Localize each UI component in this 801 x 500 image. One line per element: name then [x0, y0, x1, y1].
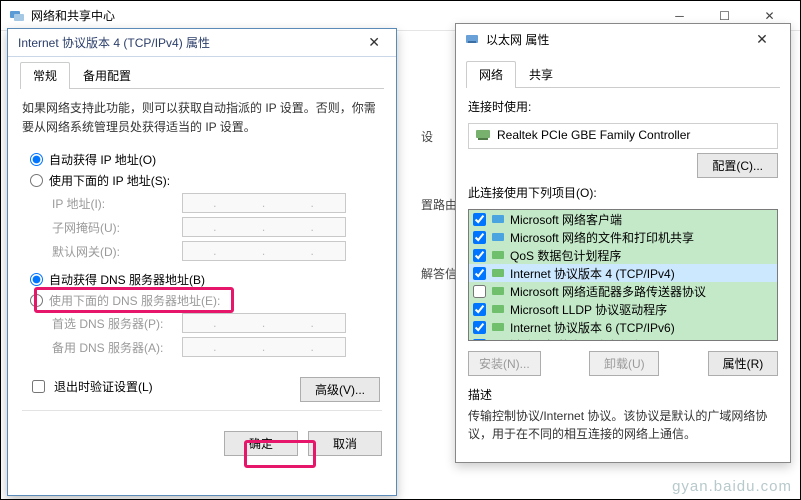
component-item[interactable]: Internet 协议版本 6 (TCP/IPv6)	[469, 318, 778, 336]
protocol-icon	[491, 320, 505, 334]
manual-dns-label: 使用下面的 DNS 服务器地址(E):	[49, 292, 220, 309]
component-label: 链路层拓扑发现响应程序	[510, 337, 642, 342]
auto-dns-radio-input[interactable]	[30, 273, 43, 286]
adapter-icon	[475, 128, 491, 142]
component-label: Microsoft 网络的文件和打印机共享	[510, 229, 694, 246]
install-button[interactable]: 安装(N)...	[468, 351, 541, 376]
connect-using-label: 连接时使用:	[468, 98, 778, 115]
ethernet-close-button[interactable]: ✕	[742, 31, 782, 48]
protocol-icon	[491, 230, 505, 244]
pref-dns-input: ...	[182, 313, 346, 333]
component-checkbox[interactable]	[473, 213, 486, 226]
configure-button[interactable]: 配置(C)...	[697, 153, 778, 178]
adapter-display: Realtek PCIe GBE Family Controller	[468, 123, 778, 149]
uses-label: 此连接使用下列项目(O):	[468, 184, 778, 201]
auto-dns-radio[interactable]: 自动获得 DNS 服务器地址(B)	[30, 271, 382, 288]
component-label: Internet 协议版本 6 (TCP/IPv6)	[510, 319, 675, 336]
component-item[interactable]: Microsoft 网络客户端	[469, 210, 778, 228]
ok-button[interactable]: 确定	[224, 431, 298, 456]
validate-checkbox-row[interactable]: 退出时验证设置(L)	[28, 377, 153, 396]
tab-sharing[interactable]: 共享	[516, 61, 566, 88]
component-label: Microsoft 网络客户端	[510, 211, 622, 228]
component-label: Microsoft 网络适配器多路传送器协议	[510, 283, 706, 300]
tab-network[interactable]: 网络	[466, 61, 516, 88]
component-item[interactable]: Internet 协议版本 4 (TCP/IPv4)	[469, 264, 778, 282]
pref-dns-label: 首选 DNS 服务器(P):	[52, 315, 182, 332]
ip-label: IP 地址(I):	[52, 195, 182, 212]
components-list[interactable]: Microsoft 网络客户端Microsoft 网络的文件和打印机共享QoS …	[468, 209, 778, 341]
network-icon	[9, 8, 25, 24]
tab-alternate[interactable]: 备用配置	[70, 62, 144, 89]
alt-dns-input: ...	[182, 337, 346, 357]
component-checkbox[interactable]	[473, 249, 486, 262]
ethernet-tabs: 网络 共享	[466, 60, 780, 88]
tab-general[interactable]: 常规	[20, 62, 70, 89]
component-item[interactable]: Microsoft LLDP 协议驱动程序	[469, 300, 778, 318]
gw-label: 默认网关(D):	[52, 243, 182, 260]
component-checkbox[interactable]	[473, 231, 486, 244]
alt-dns-label: 备用 DNS 服务器(A):	[52, 339, 182, 356]
ipv4-close-button[interactable]: ✕	[362, 34, 386, 51]
ipv4-title-text: Internet 协议版本 4 (TCP/IPv4) 属性	[18, 34, 210, 51]
auto-ip-label: 自动获得 IP 地址(O)	[49, 151, 156, 168]
advanced-button[interactable]: 高级(V)...	[300, 377, 380, 402]
ethernet-properties-dialog: 以太网 属性 ✕ 网络 共享 连接时使用: Realtek PCIe GBE F…	[455, 23, 791, 463]
component-item[interactable]: Microsoft 网络的文件和打印机共享	[469, 228, 778, 246]
protocol-icon	[491, 266, 505, 280]
ip-input: ...	[182, 193, 346, 213]
intro-text: 如果网络支持此功能，则可以获取自动指派的 IP 设置。否则，你需要从网络系统管理…	[22, 99, 382, 137]
protocol-icon	[491, 302, 505, 316]
auto-ip-radio[interactable]: 自动获得 IP 地址(O)	[30, 151, 382, 168]
uninstall-button[interactable]: 卸载(U)	[589, 351, 659, 376]
auto-dns-label: 自动获得 DNS 服务器地址(B)	[49, 271, 205, 288]
component-checkbox[interactable]	[473, 339, 486, 342]
ipv4-properties-dialog: Internet 协议版本 4 (TCP/IPv4) 属性 ✕ 常规 备用配置 …	[7, 28, 397, 496]
manual-ip-label: 使用下面的 IP 地址(S):	[49, 172, 170, 189]
ethernet-titlebar: 以太网 属性 ✕	[456, 24, 790, 54]
manual-ip-radio-input[interactable]	[30, 174, 43, 187]
adapter-name: Realtek PCIe GBE Family Controller	[497, 128, 690, 142]
description-label: 描述	[468, 386, 778, 403]
manual-ip-radio[interactable]: 使用下面的 IP 地址(S):	[30, 172, 382, 189]
parent-title-text: 网络和共享中心	[31, 7, 115, 24]
validate-label: 退出时验证设置(L)	[54, 378, 153, 395]
ethernet-title-text: 以太网 属性	[486, 31, 549, 48]
protocol-icon	[491, 212, 505, 226]
auto-ip-radio-input[interactable]	[30, 153, 43, 166]
mask-label: 子网掩码(U):	[52, 219, 182, 236]
component-item[interactable]: Microsoft 网络适配器多路传送器协议	[469, 282, 778, 300]
ipv4-titlebar: Internet 协议版本 4 (TCP/IPv4) 属性 ✕	[8, 29, 396, 57]
ipv4-tabs: 常规 备用配置	[20, 61, 384, 89]
mask-input: ...	[182, 217, 346, 237]
component-checkbox[interactable]	[473, 267, 486, 280]
protocol-icon	[491, 284, 505, 298]
component-label: Internet 协议版本 4 (TCP/IPv4)	[510, 265, 675, 282]
component-checkbox[interactable]	[473, 321, 486, 334]
properties-button[interactable]: 属性(R)	[708, 351, 778, 376]
gw-input: ...	[182, 241, 346, 261]
ethernet-icon	[464, 31, 480, 47]
component-label: Microsoft LLDP 协议驱动程序	[510, 301, 667, 318]
protocol-icon	[491, 338, 505, 341]
manual-dns-radio[interactable]: 使用下面的 DNS 服务器地址(E):	[30, 292, 382, 309]
component-item[interactable]: 链路层拓扑发现响应程序	[469, 336, 778, 341]
cancel-button[interactable]: 取消	[308, 431, 382, 456]
protocol-icon	[491, 248, 505, 262]
component-label: QoS 数据包计划程序	[510, 247, 621, 264]
component-checkbox[interactable]	[473, 285, 486, 298]
component-item[interactable]: QoS 数据包计划程序	[469, 246, 778, 264]
component-checkbox[interactable]	[473, 303, 486, 316]
description-text: 传输控制协议/Internet 协议。该协议是默认的广域网络协议，用于在不同的相…	[468, 405, 778, 445]
manual-dns-radio-input[interactable]	[30, 294, 43, 307]
validate-checkbox[interactable]	[32, 380, 45, 393]
